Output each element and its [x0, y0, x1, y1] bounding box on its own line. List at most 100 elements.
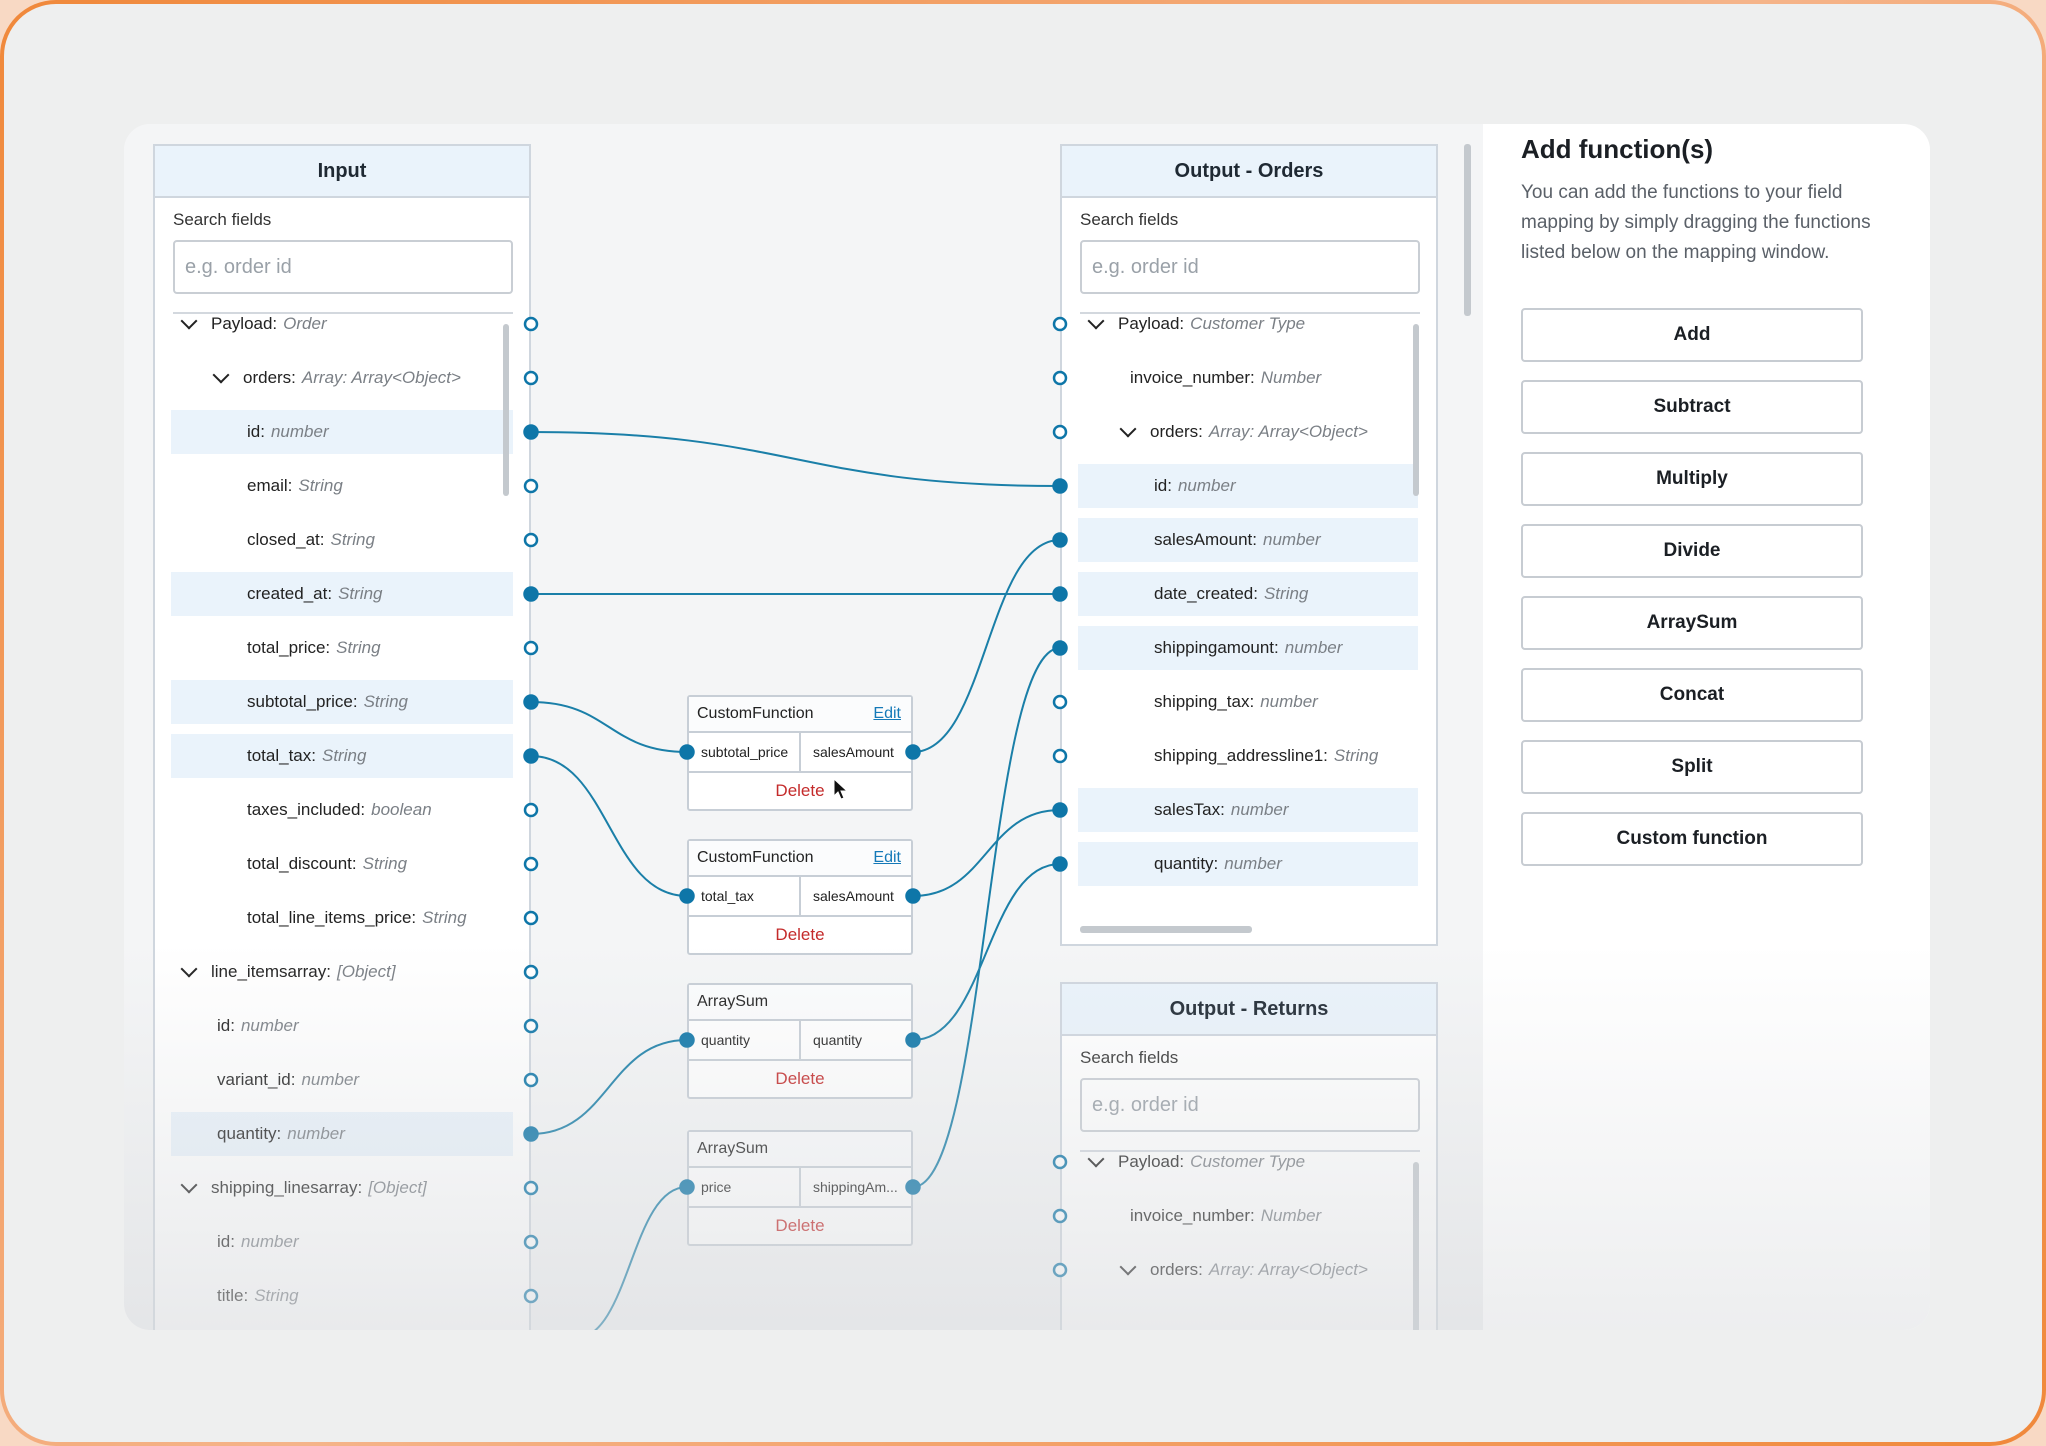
- connection-wire[interactable]: [912, 863, 1061, 1041]
- function-node-arraysum[interactable]: ArraySum price shippingAm... Delete: [687, 1130, 913, 1246]
- function-node-customfunction[interactable]: CustomFunction Edit subtotal_price salesAmo…: [687, 695, 913, 811]
- function-delete-button[interactable]: Delete: [689, 1208, 911, 1244]
- chevron-down-icon[interactable]: [212, 366, 230, 384]
- connection-wire[interactable]: [912, 539, 1061, 753]
- field-type: [Object]: [368, 1178, 427, 1197]
- function-button-add[interactable]: Add: [1521, 308, 1863, 362]
- input-search-input[interactable]: e.g. order id: [173, 240, 513, 294]
- function-input-port-label: total_tax: [689, 877, 801, 915]
- field-row-id[interactable]: id: number: [171, 410, 513, 454]
- field-row-total-line-items-price[interactable]: total_line_items_price: String: [171, 896, 513, 940]
- chevron-down-icon[interactable]: [1119, 420, 1137, 438]
- chevron-down-icon[interactable]: [1119, 1258, 1137, 1276]
- connection-wire[interactable]: [530, 1039, 688, 1135]
- field-row-id[interactable]: id: number: [171, 1004, 513, 1048]
- function-node-header[interactable]: CustomFunction Edit: [689, 841, 911, 877]
- field-row-email[interactable]: email: String: [171, 464, 513, 508]
- function-node-header[interactable]: ArraySum: [689, 1132, 911, 1168]
- field-row-variant-id[interactable]: variant_id: number: [171, 1058, 513, 1102]
- field-name: total_tax:: [247, 746, 316, 765]
- field-row-quantity[interactable]: quantity: number: [171, 1112, 513, 1156]
- function-button-concat[interactable]: Concat: [1521, 668, 1863, 722]
- field-row-invoice-number[interactable]: invoice_number: Number: [1078, 1194, 1418, 1238]
- function-node-arraysum[interactable]: ArraySum quantity quantity Delete: [687, 983, 913, 1099]
- field-row-payload[interactable]: Payload: Customer Type: [1078, 302, 1418, 346]
- field-row-total-discount[interactable]: total_discount: String: [171, 842, 513, 886]
- chevron-down-icon[interactable]: [1087, 312, 1105, 330]
- connection-wire[interactable]: [912, 647, 1061, 1188]
- field-type: number: [1284, 638, 1343, 657]
- function-delete-button[interactable]: Delete: [689, 917, 911, 953]
- input-search-label: Search fields: [173, 210, 272, 229]
- field-row-salestax[interactable]: salesTax: number: [1078, 788, 1418, 832]
- field-row-shipping-linesarray[interactable]: shipping_linesarray: [Object]: [171, 1166, 513, 1210]
- field-row-orders[interactable]: orders: Array: Array<Object>: [1078, 410, 1418, 454]
- field-row-shipping-tax[interactable]: shipping_tax: number: [1078, 680, 1418, 724]
- connection-wire[interactable]: [912, 809, 1061, 897]
- add-functions-description: You can add the functions to your field …: [1521, 182, 1871, 263]
- field-row-orders[interactable]: orders: Array: Array<Object>: [1078, 1248, 1418, 1292]
- field-type: String: [422, 908, 467, 927]
- function-button-custom-function[interactable]: Custom function: [1521, 812, 1863, 866]
- mapping-canvas[interactable]: Input Search fields e.g. order id Payloa…: [124, 124, 1483, 1330]
- field-row-payload[interactable]: Payload: Customer Type: [1078, 1140, 1418, 1184]
- field-name: id:: [217, 1016, 235, 1035]
- output-orders-search-input[interactable]: e.g. order id: [1080, 240, 1420, 294]
- function-button-subtract[interactable]: Subtract: [1521, 380, 1863, 434]
- function-button-arraysum[interactable]: ArraySum: [1521, 596, 1863, 650]
- field-row-line-itemsarray[interactable]: line_itemsarray: [Object]: [171, 950, 513, 994]
- field-row-total-tax[interactable]: total_tax: String: [171, 734, 513, 778]
- field-row-salesamount[interactable]: salesAmount: number: [1078, 518, 1418, 562]
- field-row-id[interactable]: id: number: [1078, 464, 1418, 508]
- connection-wire[interactable]: [530, 431, 1061, 487]
- field-row-id[interactable]: id: number: [171, 1220, 513, 1264]
- input-panel-title: Input: [155, 146, 529, 198]
- function-button-multiply[interactable]: Multiply: [1521, 452, 1863, 506]
- function-button-divide[interactable]: Divide: [1521, 524, 1863, 578]
- output-returns-scrollbar[interactable]: [1413, 1162, 1419, 1330]
- field-name: orders:: [1150, 1260, 1203, 1279]
- chevron-down-icon[interactable]: [180, 960, 198, 978]
- field-name: shipping_tax:: [1154, 692, 1255, 711]
- function-edit-link[interactable]: Edit: [873, 705, 901, 723]
- input-scrollbar[interactable]: [503, 324, 509, 496]
- function-delete-button[interactable]: Delete: [689, 773, 911, 809]
- function-edit-link[interactable]: Edit: [873, 849, 901, 867]
- connection-wire[interactable]: [574, 1186, 688, 1330]
- connection-wire[interactable]: [530, 755, 688, 897]
- field-row-orders[interactable]: orders: Array: Array<Object>: [171, 356, 513, 400]
- function-node-header[interactable]: ArraySum: [689, 985, 911, 1021]
- field-type: number: [1224, 854, 1282, 873]
- function-delete-button[interactable]: Delete: [689, 1061, 911, 1097]
- input-panel: Input Search fields e.g. order id Payloa…: [153, 144, 531, 1330]
- function-node-customfunction[interactable]: CustomFunction Edit total_tax salesAmount De…: [687, 839, 913, 955]
- field-row-closed-at[interactable]: closed_at: String: [171, 518, 513, 562]
- connection-wire[interactable]: [530, 701, 688, 753]
- canvas-scrollbar[interactable]: [1464, 144, 1471, 316]
- field-name: date_created:: [1154, 584, 1258, 603]
- chevron-down-icon[interactable]: [180, 312, 198, 330]
- field-row-created-at[interactable]: created_at: String: [171, 572, 513, 616]
- field-name: id:: [217, 1232, 235, 1251]
- output-orders-hscrollbar[interactable]: [1080, 926, 1252, 933]
- field-row-shipping-addressline1[interactable]: shipping_addressline1: String: [1078, 734, 1418, 778]
- field-row-payload[interactable]: Payload: Order: [171, 302, 513, 346]
- chevron-down-icon[interactable]: [180, 1176, 198, 1194]
- field-type: number: [1177, 476, 1236, 495]
- output-orders-vscrollbar[interactable]: [1413, 324, 1419, 496]
- field-row-taxes-included[interactable]: taxes_included: boolean: [171, 788, 513, 832]
- field-type: String: [363, 692, 408, 711]
- function-node-header[interactable]: CustomFunction Edit: [689, 697, 911, 733]
- field-row-date-created[interactable]: date_created: String: [1078, 572, 1418, 616]
- field-row-subtotal-price[interactable]: subtotal_price: String: [171, 680, 513, 724]
- field-row-title[interactable]: title: String: [171, 1274, 513, 1318]
- chevron-down-icon[interactable]: [1087, 1150, 1105, 1168]
- field-row-shippingamount[interactable]: shippingamount: number: [1078, 626, 1418, 670]
- function-button-split[interactable]: Split: [1521, 740, 1863, 794]
- field-row-invoice-number[interactable]: invoice_number: Number: [1078, 356, 1418, 400]
- output-returns-search-input[interactable]: e.g. order id: [1080, 1078, 1420, 1132]
- mouse-cursor-icon: [833, 778, 849, 800]
- field-row-quantity[interactable]: quantity: number: [1078, 842, 1418, 886]
- field-row-total-price[interactable]: total_price: String: [171, 626, 513, 670]
- output-returns-search-label: Search fields: [1080, 1048, 1179, 1067]
